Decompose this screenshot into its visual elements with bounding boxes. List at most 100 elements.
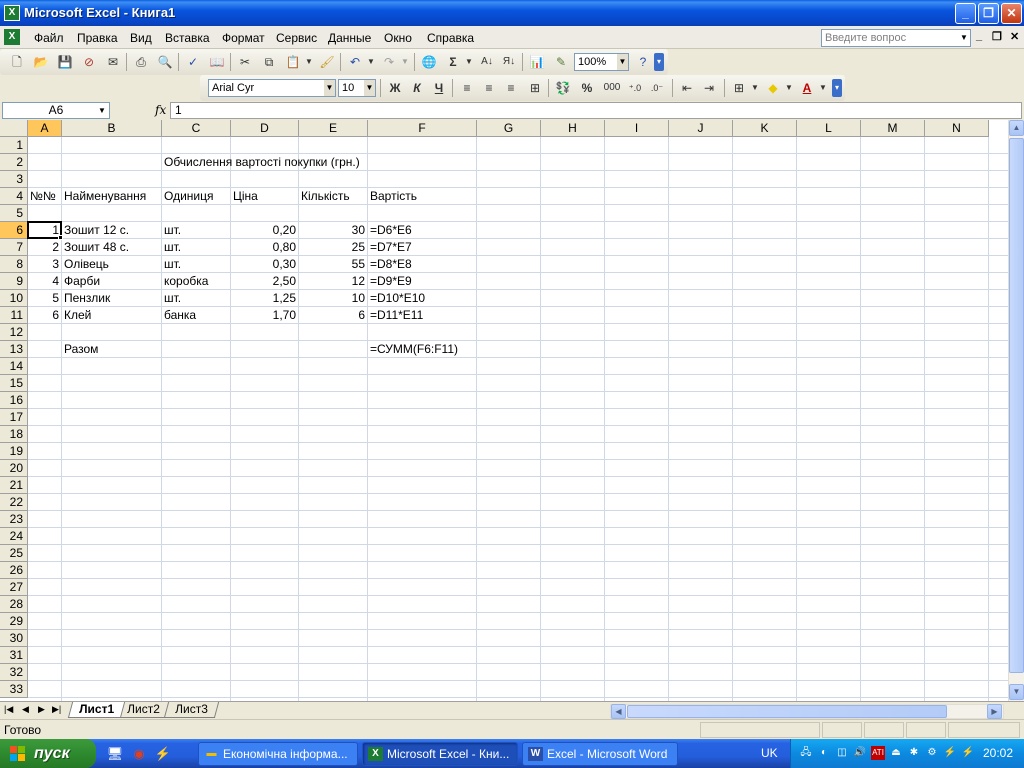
save-icon[interactable]: 💾 <box>56 53 74 71</box>
start-button[interactable]: пуск <box>0 739 96 768</box>
decrease-indent-icon[interactable]: ⇤ <box>678 79 696 97</box>
menu-edit[interactable]: Правка <box>77 31 118 45</box>
currency-icon[interactable]: 💱 <box>554 79 572 97</box>
permission-icon[interactable]: ⊘ <box>80 53 98 71</box>
quantity-cell[interactable]: 55 <box>299 256 367 273</box>
row-header[interactable]: 21 <box>0 477 28 494</box>
previous-sheet-icon[interactable]: ◀ <box>22 704 29 715</box>
chevron-down-icon[interactable]: ▼ <box>95 103 109 118</box>
ati-icon[interactable]: ATI <box>871 746 885 760</box>
vertical-scrollbar[interactable]: ▲ ▼ <box>1008 120 1024 701</box>
sheet-tab-1[interactable]: Лист1 <box>67 702 126 718</box>
column-header[interactable]: L <box>797 120 861 137</box>
research-icon[interactable]: 📖 <box>208 53 226 71</box>
row-header[interactable]: 32 <box>0 664 28 681</box>
winamp-tray-icon[interactable]: ⚡ <box>961 746 975 760</box>
row-header[interactable]: 13 <box>0 341 28 358</box>
cost-formula-cell[interactable]: =D9*E9 <box>368 273 476 290</box>
sheet-tab-3[interactable]: Лист3 <box>163 702 219 718</box>
minimize-button[interactable]: _ <box>955 3 976 24</box>
align-center-icon[interactable]: ≡ <box>480 79 498 97</box>
print-icon[interactable]: ⎙ <box>132 53 150 71</box>
quantity-cell[interactable]: 6 <box>299 307 367 324</box>
number-cell[interactable]: 3 <box>28 256 61 273</box>
unit-cell[interactable]: шт. <box>162 222 230 239</box>
column-header[interactable]: B <box>62 120 162 137</box>
price-cell[interactable]: 0,20 <box>231 222 298 239</box>
new-icon[interactable]: 🗋 <box>8 53 26 71</box>
sheet-title-cell[interactable]: Обчислення вартості покупки (грн.) <box>162 154 476 171</box>
row-header[interactable]: 2 <box>0 154 28 171</box>
row-header[interactable]: 19 <box>0 443 28 460</box>
doc-close-button[interactable]: ✕ <box>1010 30 1019 43</box>
item-name-cell[interactable]: Зошит 12 с. <box>62 222 161 239</box>
zoom-select[interactable]: 100% ▼ <box>574 53 629 71</box>
increase-decimal-icon[interactable]: ⁺.0 <box>626 79 644 97</box>
menu-window[interactable]: Окно <box>384 31 412 45</box>
menu-insert[interactable]: Вставка <box>165 31 210 45</box>
row-header[interactable]: 29 <box>0 613 28 630</box>
show-desktop-icon[interactable]: 🖥 <box>106 745 124 763</box>
email-icon[interactable]: ✉ <box>104 53 122 71</box>
font-size-select[interactable]: 10 ▼ <box>338 79 376 97</box>
menu-tools[interactable]: Сервис <box>276 31 317 45</box>
quantity-cell[interactable]: 25 <box>299 239 367 256</box>
menu-format[interactable]: Формат <box>222 31 265 45</box>
row-header[interactable]: 14 <box>0 358 28 375</box>
unit-cell[interactable]: шт. <box>162 239 230 256</box>
row-header[interactable]: 17 <box>0 409 28 426</box>
column-header[interactable]: N <box>925 120 989 137</box>
drawing-icon[interactable]: ✎ <box>552 53 570 71</box>
next-sheet-icon[interactable]: ▶ <box>38 704 45 715</box>
underline-button[interactable]: Ч <box>430 79 448 97</box>
row-header[interactable]: 8 <box>0 256 28 273</box>
toolbar-options-icon[interactable]: ▾ <box>832 79 842 97</box>
network-icon[interactable]: 🖧 <box>799 746 813 760</box>
merge-center-icon[interactable]: ⊞ <box>526 79 544 97</box>
quantity-cell[interactable]: 30 <box>299 222 367 239</box>
doc-restore-button[interactable]: ❐ <box>992 30 1002 43</box>
row-header[interactable]: 12 <box>0 324 28 341</box>
column-header[interactable]: A <box>28 120 62 137</box>
row-header[interactable]: 24 <box>0 528 28 545</box>
column-header[interactable]: I <box>605 120 669 137</box>
scroll-right-button[interactable]: ▶ <box>987 704 1002 719</box>
row-header[interactable]: 7 <box>0 239 28 256</box>
price-cell[interactable]: 1,70 <box>231 307 298 324</box>
number-cell[interactable]: 5 <box>28 290 61 307</box>
row-header[interactable]: 18 <box>0 426 28 443</box>
row-header[interactable]: 30 <box>0 630 28 647</box>
menu-data[interactable]: Данные <box>328 31 371 45</box>
font-name-select[interactable]: Arial Cyr ▼ <box>208 79 336 97</box>
chevron-down-icon[interactable]: ▼ <box>617 54 628 70</box>
taskbar-button-excel[interactable]: X Microsoft Excel - Кни... <box>362 742 518 766</box>
unit-cell[interactable]: банка <box>162 307 230 324</box>
horizontal-scroll-thumb[interactable] <box>627 705 947 718</box>
item-name-cell[interactable]: Пензлик <box>62 290 161 307</box>
excel-app-icon[interactable]: X <box>4 5 20 21</box>
row-header[interactable]: 3 <box>0 171 28 188</box>
language-indicator[interactable]: UK <box>761 746 778 760</box>
row-header[interactable]: 33 <box>0 681 28 698</box>
power-icon[interactable]: ⚡ <box>943 746 957 760</box>
row-header[interactable]: 20 <box>0 460 28 477</box>
help-icon[interactable]: ? <box>634 53 652 71</box>
cost-formula-cell[interactable]: =D8*E8 <box>368 256 476 273</box>
copy-icon[interactable]: ⧉ <box>260 53 278 71</box>
row-header[interactable]: 16 <box>0 392 28 409</box>
doc-minimize-button[interactable]: _ <box>976 30 982 42</box>
column-header[interactable]: E <box>299 120 368 137</box>
chevron-down-icon[interactable]: ▼ <box>324 80 335 96</box>
decrease-decimal-icon[interactable]: .0⁻ <box>648 79 666 97</box>
horizontal-scrollbar[interactable]: ◀ ▶ <box>610 704 1004 719</box>
scroll-left-button[interactable]: ◀ <box>611 704 626 719</box>
price-cell[interactable]: 0,80 <box>231 239 298 256</box>
comma-style-button[interactable]: 000 <box>600 79 624 97</box>
price-cell[interactable]: 0,30 <box>231 256 298 273</box>
settings-icon[interactable]: ⚙ <box>925 746 939 760</box>
align-left-icon[interactable]: ≡ <box>458 79 476 97</box>
header-cell[interactable]: Одиниця <box>162 188 230 205</box>
close-button[interactable]: ✕ <box>1001 3 1022 24</box>
header-cell[interactable]: Вартість <box>368 188 476 205</box>
column-header[interactable]: K <box>733 120 797 137</box>
